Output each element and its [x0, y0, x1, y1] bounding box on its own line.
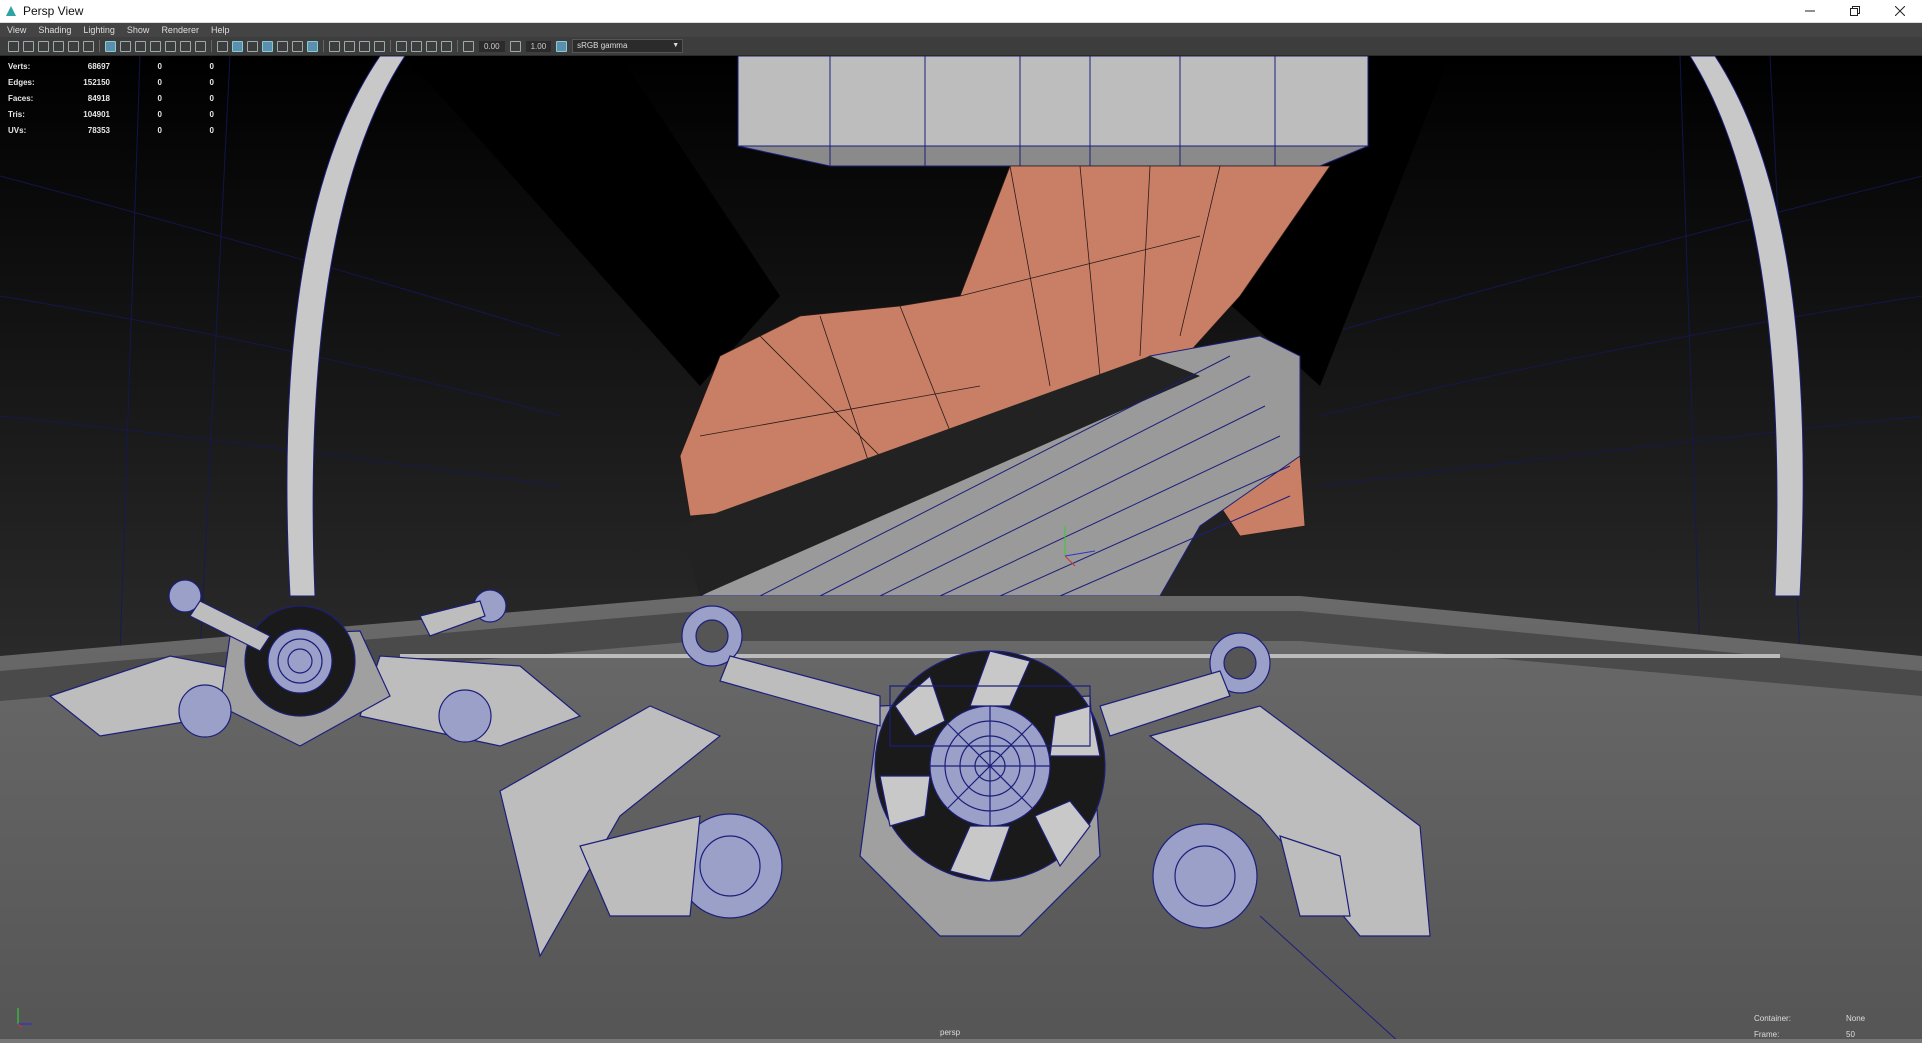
- hud-row-tris: Tris: 104901 0 0: [8, 106, 214, 122]
- textured-icon[interactable]: [277, 40, 288, 52]
- minimize-button[interactable]: [1787, 0, 1832, 22]
- hud-row-uvs: UVs: 78353 0 0: [8, 122, 214, 138]
- smooth-shade-icon[interactable]: [232, 40, 243, 52]
- menu-help[interactable]: Help: [211, 25, 230, 35]
- title-bar: Persp View: [0, 0, 1922, 23]
- viewport-scene: [0, 56, 1922, 1043]
- menu-view[interactable]: View: [7, 25, 26, 35]
- grease-pencil-icon[interactable]: [83, 40, 94, 52]
- hud-value: 0: [209, 125, 214, 135]
- restore-button[interactable]: [1832, 0, 1877, 22]
- minimize-icon: [1804, 10, 1815, 12]
- hud-value: 0: [209, 77, 214, 87]
- depth-of-field-icon[interactable]: [374, 40, 385, 52]
- hud-value: 0: [157, 125, 162, 135]
- hud-value: 104901: [83, 109, 110, 119]
- bookmark-icon[interactable]: [38, 40, 49, 52]
- lights-icon[interactable]: [292, 40, 303, 52]
- hud-value: 0: [157, 93, 162, 103]
- chevron-down-icon: ▼: [672, 42, 680, 49]
- toolbar-divider: [323, 40, 324, 52]
- view-axis-icon: [17, 1008, 32, 1029]
- window-title: Persp View: [23, 4, 84, 18]
- field-chart-icon[interactable]: [165, 40, 176, 52]
- xray-icon[interactable]: [411, 40, 422, 52]
- top-block: [737, 56, 1369, 167]
- toolbar-divider: [457, 40, 458, 52]
- frame-info-hud: Container: None Frame: 50: [1754, 1010, 1865, 1042]
- hud-value: 0: [209, 93, 214, 103]
- view-transform-value: sRGB gamma: [577, 41, 628, 50]
- wireframe-on-shaded-icon[interactable]: [262, 40, 273, 52]
- menu-renderer[interactable]: Renderer: [161, 25, 199, 35]
- ambient-occlusion-icon[interactable]: [329, 40, 340, 52]
- wireframe-icon[interactable]: [217, 40, 228, 52]
- frame-value: 50: [1846, 1029, 1855, 1039]
- menu-shading[interactable]: Shading: [38, 25, 71, 35]
- panel-menu-bar: View Shading Lighting Show Renderer Help: [0, 23, 1922, 37]
- default-material-icon[interactable]: [247, 40, 258, 52]
- resolution-gate-icon[interactable]: [135, 40, 146, 52]
- motion-blur-icon[interactable]: [344, 40, 355, 52]
- view-transform-select[interactable]: sRGB gamma ▼: [572, 39, 684, 53]
- camera-attributes-icon[interactable]: [23, 40, 34, 52]
- hud-row-verts: Verts: 68697 0 0: [8, 58, 214, 74]
- grid-icon[interactable]: [105, 40, 116, 52]
- hud-value: 0: [157, 109, 162, 119]
- maya-app-icon: [6, 6, 16, 16]
- gamma-field[interactable]: 1.00: [525, 40, 552, 52]
- menu-lighting[interactable]: Lighting: [83, 25, 115, 35]
- container-label: Container:: [1754, 1013, 1791, 1023]
- 2d-pan-zoom-icon[interactable]: [68, 40, 79, 52]
- toolbar-divider: [390, 40, 391, 52]
- hud-label: Faces:: [8, 93, 34, 103]
- panel-toolbar: 0.00 1.00 sRGB gamma ▼: [0, 37, 1922, 56]
- film-gate-icon[interactable]: [120, 40, 131, 52]
- isolate-select-icon[interactable]: [396, 40, 407, 52]
- hud-value: 68697: [87, 61, 110, 71]
- hud-row-edges: Edges: 152150 0 0: [8, 74, 214, 90]
- hud-value: 78353: [87, 125, 110, 135]
- hud-label: Edges:: [8, 77, 35, 87]
- toolbar-divider: [211, 40, 212, 52]
- hud-label: UVs:: [8, 125, 27, 135]
- hud-value: 0: [157, 77, 162, 87]
- image-plane-icon[interactable]: [53, 40, 64, 52]
- poly-count-hud: Verts: 68697 0 0 Edges: 152150 0 0 Faces…: [8, 58, 214, 138]
- xray-joints-icon[interactable]: [426, 40, 437, 52]
- hud-value: 0: [209, 61, 214, 71]
- hud-value: 0: [157, 61, 162, 71]
- camera-name-label: persp: [940, 1028, 961, 1037]
- hud-value: 84918: [87, 93, 110, 103]
- close-icon: [1894, 6, 1905, 16]
- restore-icon: [1849, 6, 1860, 16]
- shadows-icon[interactable]: [307, 40, 318, 52]
- viewport-bottom-border: [0, 1039, 1922, 1043]
- container-row: Container: None: [1754, 1010, 1865, 1026]
- hud-value: 152150: [83, 77, 110, 87]
- close-button[interactable]: [1877, 0, 1922, 22]
- hud-row-faces: Faces: 84918 0 0: [8, 90, 214, 106]
- safe-title-icon[interactable]: [195, 40, 206, 52]
- anti-aliasing-icon[interactable]: [359, 40, 370, 52]
- hud-value: 0: [209, 109, 214, 119]
- select-camera-icon[interactable]: [8, 40, 19, 52]
- exposure-icon[interactable]: [463, 40, 474, 52]
- xray-components-icon[interactable]: [441, 40, 452, 52]
- safe-action-icon[interactable]: [180, 40, 191, 52]
- exposure-field[interactable]: 0.00: [479, 40, 505, 52]
- hud-label: Tris:: [8, 109, 25, 119]
- color-management-icon[interactable]: [556, 40, 568, 52]
- hud-label: Verts:: [8, 61, 31, 71]
- container-value: None: [1846, 1013, 1866, 1023]
- gamma-icon[interactable]: [509, 40, 521, 52]
- menu-show[interactable]: Show: [127, 25, 150, 35]
- frame-label: Frame:: [1754, 1029, 1780, 1039]
- persp-viewport[interactable]: Verts: 68697 0 0 Edges: 152150 0 0 Faces…: [0, 56, 1922, 1043]
- gate-mask-icon[interactable]: [150, 40, 161, 52]
- toolbar-divider: [99, 40, 100, 52]
